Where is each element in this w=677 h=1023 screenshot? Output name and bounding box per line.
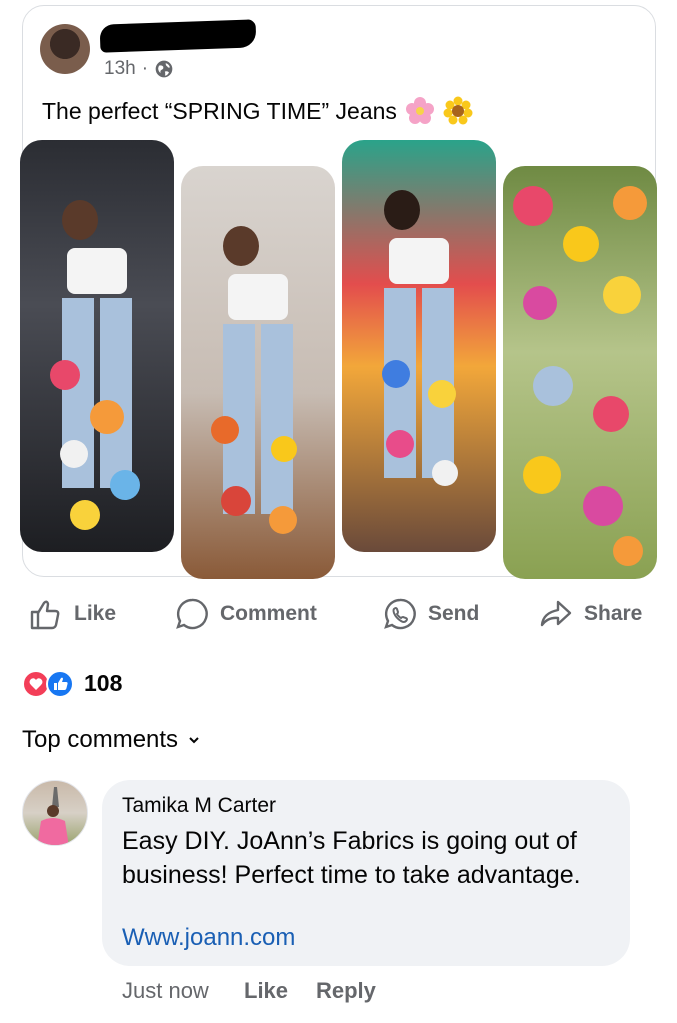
post-photo-1[interactable] [20, 140, 174, 552]
caption-text: The perfect “SPRING TIME” Jeans [42, 97, 397, 124]
meta-separator: · [141, 58, 149, 79]
like-label: Like [74, 602, 117, 625]
reaction-summary[interactable]: 108 [22, 668, 122, 698]
send-icon [384, 598, 416, 630]
like-reaction-icon [46, 670, 74, 698]
comment-label: Comment [220, 602, 317, 625]
share-button[interactable]: Share [538, 592, 642, 636]
post-action-bar: Like Comment Send Share [0, 592, 677, 636]
share-icon [540, 600, 572, 627]
comment-link[interactable]: Www.joann.com [122, 924, 295, 952]
globe-icon [155, 60, 173, 78]
send-button[interactable]: Send [382, 592, 479, 636]
comment-button[interactable]: Comment [174, 592, 317, 636]
comment-bubble: Tamika M Carter Easy DIY. JoAnn’s Fabric… [102, 780, 630, 966]
post-caption: The perfect “SPRING TIME” Jeans [42, 96, 473, 126]
comment-icon [176, 598, 208, 630]
post-author-avatar[interactable] [40, 24, 90, 74]
send-label: Send [428, 602, 480, 625]
post-photo-2[interactable] [181, 166, 335, 579]
like-icon [30, 600, 60, 630]
share-label: Share [584, 602, 643, 625]
pink-flower-emoji [405, 97, 434, 124]
reaction-count: 108 [84, 669, 123, 696]
comment-text: Easy DIY. JoAnn’s Fabrics is going out o… [122, 827, 581, 889]
sunflower-emoji [443, 96, 473, 125]
post-photo-4[interactable] [503, 166, 657, 579]
comment-like-button[interactable]: Like [244, 978, 288, 1004]
top-comments-label: Top comments [22, 726, 179, 753]
photo-figure [223, 226, 293, 514]
reaction-icons [22, 668, 78, 698]
chevron-down-icon [189, 737, 199, 744]
like-button[interactable]: Like [28, 592, 116, 636]
post-photo-3[interactable] [342, 140, 496, 552]
comment-reply-button[interactable]: Reply [316, 978, 376, 1004]
redacted-author-name [99, 19, 257, 53]
post-meta: 13h · [104, 58, 174, 80]
comment-time: Just now [122, 978, 209, 1003]
commenter-name[interactable]: Tamika M Carter [122, 794, 276, 818]
comment-sort-dropdown[interactable]: Top comments [22, 726, 200, 754]
commenter-avatar[interactable] [22, 780, 88, 846]
post-time[interactable]: 13h [104, 58, 136, 80]
